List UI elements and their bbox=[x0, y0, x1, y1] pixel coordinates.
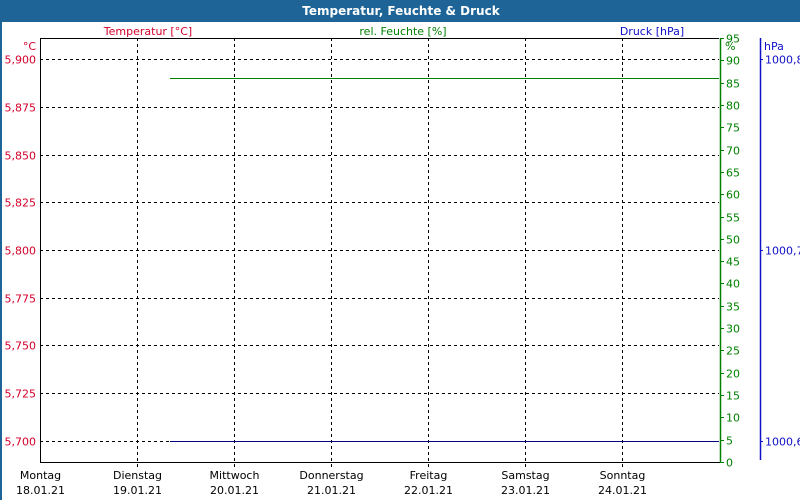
humidity-tick-label: 5 bbox=[726, 435, 733, 448]
x-day-label: Sonntag bbox=[600, 469, 646, 482]
pressure-tick-label: 1000,6 bbox=[765, 436, 800, 449]
chart-svg: 5,900 5,875 5,850 5,825 5,800 5,775 5,750 5,725… bbox=[5, 25, 800, 497]
x-date-label: 19.01.21 bbox=[113, 484, 162, 497]
x-day-label: Montag bbox=[20, 469, 61, 482]
x-date-label: 22.01.21 bbox=[404, 484, 453, 497]
humidity-tick-label: 80 bbox=[726, 100, 740, 113]
x-day-label: Mittwoch bbox=[210, 469, 260, 482]
temperature-axis-title: Temperatur [°C] bbox=[103, 25, 192, 38]
pressure-unit: hPa bbox=[764, 40, 784, 53]
x-date-label: 23.01.21 bbox=[501, 484, 550, 497]
pressure-tick-label: 1000,7 bbox=[765, 245, 800, 258]
humidity-tick-label: 15 bbox=[726, 390, 740, 403]
humidity-axis-title: rel. Feuchte [%] bbox=[359, 25, 446, 38]
humidity-tick-label: 10 bbox=[726, 412, 740, 425]
humidity-tick-label: 0 bbox=[726, 457, 733, 470]
temperature-tick-label: 5,900 bbox=[5, 54, 37, 67]
humidity-tick-label: 20 bbox=[726, 368, 740, 381]
x-date-label: 20.01.21 bbox=[210, 484, 259, 497]
pressure-tick-label: 1000,8 bbox=[765, 54, 800, 67]
humidity-tick-label: 65 bbox=[726, 167, 740, 180]
temperature-tick-label: 5,875 bbox=[5, 102, 37, 115]
x-date-label: 21.01.21 bbox=[307, 484, 356, 497]
temperature-tick-label: 5,700 bbox=[5, 436, 37, 449]
humidity-tick-label: 85 bbox=[726, 78, 740, 91]
humidity-unit: % bbox=[725, 40, 735, 53]
x-day-label: Dienstag bbox=[113, 469, 162, 482]
humidity-tick-label: 35 bbox=[726, 301, 740, 314]
x-day-label: Donnerstag bbox=[299, 469, 363, 482]
temperature-tick-label: 5,800 bbox=[5, 245, 37, 258]
temperature-tick-label: 5,825 bbox=[5, 197, 37, 210]
humidity-tick-label: 45 bbox=[726, 256, 740, 269]
humidity-tick-label: 30 bbox=[726, 323, 740, 336]
temperature-unit: °C bbox=[23, 40, 37, 53]
humidity-tick-label: 55 bbox=[726, 212, 740, 225]
humidity-tick-label: 75 bbox=[726, 122, 740, 135]
temperature-tick-label: 5,750 bbox=[5, 340, 37, 353]
humidity-tick-label: 70 bbox=[726, 145, 740, 158]
humidity-tick-label: 90 bbox=[726, 55, 740, 68]
humidity-tick-label: 60 bbox=[726, 189, 740, 202]
pressure-axis-title: Druck [hPa] bbox=[620, 25, 684, 38]
humidity-tick-label: 25 bbox=[726, 345, 740, 358]
humidity-tick-label: 40 bbox=[726, 278, 740, 291]
humidity-tick-label: 50 bbox=[726, 234, 740, 247]
x-day-label: Freitag bbox=[410, 469, 448, 482]
temperature-tick-label: 5,850 bbox=[5, 150, 37, 163]
x-day-label: Samstag bbox=[501, 469, 549, 482]
x-date-label: 24.01.21 bbox=[598, 484, 647, 497]
x-date-label: 18.01.21 bbox=[16, 484, 65, 497]
temperature-tick-label: 5,775 bbox=[5, 293, 37, 306]
temperature-tick-label: 5,725 bbox=[5, 388, 37, 401]
